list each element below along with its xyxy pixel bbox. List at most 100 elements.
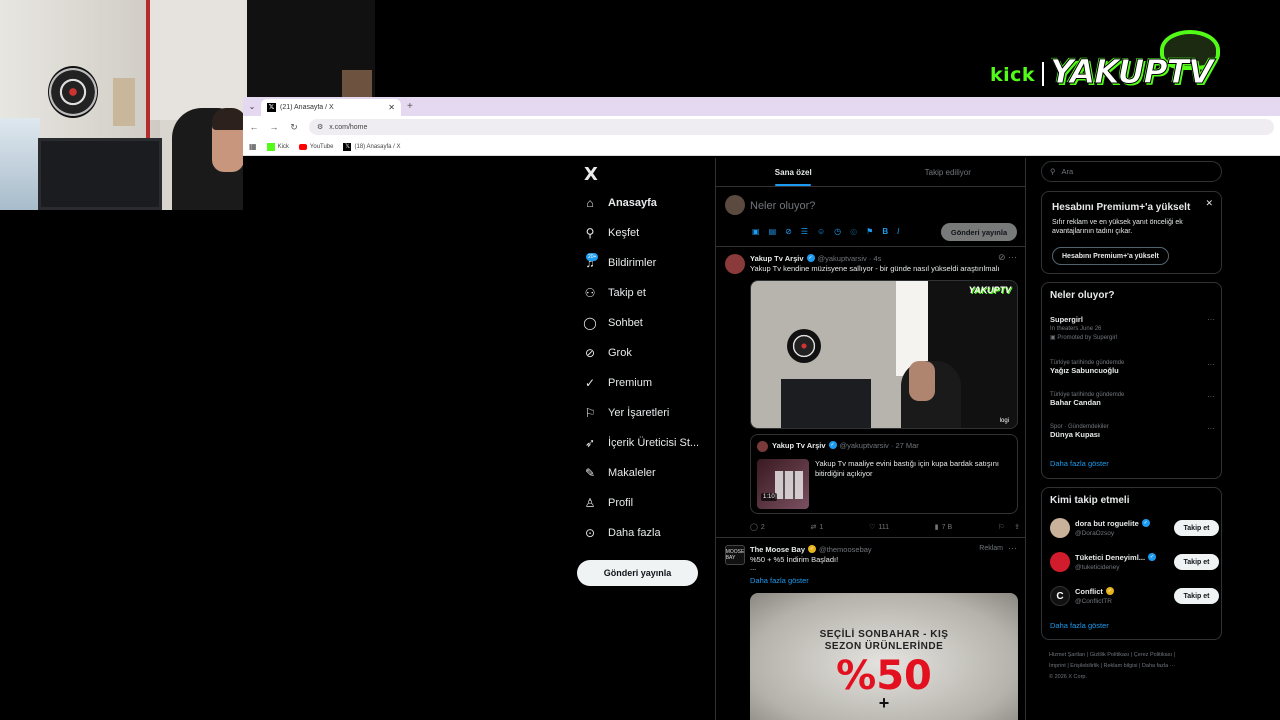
tab-following[interactable]: Takip ediliyor	[871, 158, 1026, 186]
tweet[interactable]: Yakup Tv Arşiv ✓ @yakuptvarsiv · 4s ⊘ ··…	[716, 247, 1025, 538]
nav-articles[interactable]: ✎ Makaleler	[583, 462, 656, 484]
bookmark-icon[interactable]: ⚐	[998, 523, 1004, 531]
search-input[interactable]: ⚲ Ara	[1041, 161, 1222, 182]
more-options-icon[interactable]: ···	[1207, 392, 1215, 401]
address-bar[interactable]: ⚙ x.com/home	[309, 119, 1274, 135]
footer-line[interactable]: Hizmet Şartları | Gizlilik Politikası | …	[1049, 650, 1224, 661]
avatar[interactable]: C	[1050, 586, 1070, 606]
footer-line[interactable]: Imprint | Erişilebilirlik | Reklam bilgi…	[1049, 661, 1224, 672]
avatar[interactable]	[725, 195, 745, 215]
reload-icon[interactable]: ↻	[289, 122, 299, 133]
avatar	[757, 441, 768, 452]
views-button[interactable]: ▮ 7 B	[935, 523, 952, 532]
follow-button[interactable]: Takip et	[1174, 554, 1219, 570]
trend-item[interactable]: Spor · Gündemdekiler Dünya Kupası ···	[1050, 424, 1215, 439]
more-options-icon[interactable]: ⊘ ···	[998, 252, 1017, 263]
show-more-link[interactable]: Daha fazla göster	[750, 576, 809, 585]
site-info-icon[interactable]: ⚙	[317, 123, 323, 131]
bold-icon[interactable]: B	[882, 227, 888, 236]
nav-creator-studio[interactable]: ➶ İçerik Üreticisi St...	[583, 432, 699, 454]
follow-button[interactable]: Takip et	[1174, 588, 1219, 604]
copyright: © 2026 X Corp.	[1049, 674, 1087, 680]
more-options-icon[interactable]: ···	[1207, 315, 1215, 324]
close-icon[interactable]: ✕	[1205, 198, 1213, 209]
browser-tab[interactable]: 𝕏 (21) Anasayfa / X ✕	[261, 99, 401, 116]
avatar[interactable]	[725, 254, 745, 274]
poll-icon[interactable]: ☰	[801, 227, 808, 236]
gif-icon[interactable]: ▤	[769, 227, 777, 236]
more-options-icon[interactable]: ···	[1207, 360, 1215, 369]
post-button[interactable]: Gönderi yayınla	[577, 560, 698, 586]
apps-icon[interactable]: ▦	[249, 142, 257, 151]
author-name[interactable]: The Moose Bay	[750, 545, 805, 554]
repost-button[interactable]: ⇄ 1	[811, 523, 824, 532]
bookmark-kick[interactable]: Kick	[266, 142, 289, 151]
nav-profile[interactable]: ♙ Profil	[583, 492, 633, 514]
image-icon[interactable]: ▣	[752, 227, 760, 236]
share-controls: ⚐ ⇪	[998, 523, 1020, 531]
more-options-icon[interactable]: ···	[1008, 543, 1017, 553]
nav-more[interactable]: ⊙ Daha fazla	[583, 522, 661, 544]
nav-premium[interactable]: ✓ Premium	[583, 372, 652, 394]
nav-follow[interactable]: ⚇ Takip et	[583, 282, 646, 304]
avatar[interactable]	[1050, 552, 1070, 572]
bookmark-x[interactable]: 𝕏 (18) Anasayfa / X	[343, 142, 401, 151]
trend-item[interactable]: Türkiye tarihinde gündemde Bahar Candan …	[1050, 392, 1215, 407]
avatar[interactable]: MOOSE BAY	[725, 545, 745, 565]
follow-button[interactable]: Takip et	[1174, 520, 1219, 536]
nav-grok[interactable]: ⊘ Grok	[583, 342, 632, 364]
trends-show-more[interactable]: Daha fazla göster	[1050, 459, 1109, 468]
grok-compose-icon[interactable]: ⊘	[785, 227, 792, 236]
compose-input[interactable]: Neler oluyor?	[750, 200, 815, 212]
quote-video-thumbnail	[757, 459, 809, 509]
nav-bookmarks[interactable]: ⚐ Yer İşaretleri	[583, 402, 670, 424]
close-icon[interactable]: ✕	[388, 103, 395, 112]
avatar[interactable]	[1050, 518, 1070, 538]
follow-suggestion[interactable]: C Conflict ✓ @ConflictTR Takip et	[1050, 586, 1219, 608]
author-handle[interactable]: @themoosebay	[819, 545, 872, 554]
emoji-icon[interactable]: ☺	[817, 227, 825, 236]
trend-item[interactable]: Türkiye tarihinde gündemde Yağız Sabuncu…	[1050, 360, 1215, 375]
more-options-icon[interactable]: ···	[1207, 424, 1215, 433]
follow-title: Kimi takip etmeli	[1050, 495, 1130, 506]
author-handle[interactable]: @yakuptvarsiv · 4s	[818, 254, 882, 263]
schedule-icon[interactable]: ◷	[834, 227, 841, 236]
trend-item[interactable]: Supergirl In theaters June 26 ▣ Promoted…	[1050, 315, 1215, 341]
promoted-icon: ▣	[1050, 335, 1056, 341]
author-name[interactable]: Yakup Tv Arşiv	[750, 254, 804, 263]
tweet-ad[interactable]: MOOSE BAY The Moose Bay ✓ @themoosebay R…	[716, 538, 1025, 720]
timeline-tabs: Sana özel Takip ediliyor	[716, 158, 1025, 187]
quoted-tweet[interactable]: Yakup Tv Arşiv ✓ @yakuptvarsiv · 27 Mar …	[750, 434, 1018, 514]
share-icon[interactable]: ⇪	[1014, 523, 1020, 531]
follow-suggestion[interactable]: dora but roguelite ✓ @DoraOzsoy Takip et	[1050, 518, 1219, 540]
more-icon: ⊙	[584, 526, 596, 540]
forward-icon[interactable]: →	[269, 122, 279, 132]
tweet-header: Yakup Tv Arşiv ✓ @yakuptvarsiv · 4s	[750, 254, 881, 263]
suggestion-name: Conflict	[1075, 587, 1103, 596]
flag-icon[interactable]: ⚑	[866, 227, 873, 236]
tweet-video[interactable]: YAKUPTV logi	[750, 280, 1018, 429]
premium-card: Hesabını Premium+'a yükselt ✕ Sıfır rekl…	[1041, 191, 1222, 274]
nav-chat[interactable]: ◯ Sohbet	[583, 312, 643, 334]
nav-explore[interactable]: ⚲ Keşfet	[583, 222, 640, 244]
compose-post-button[interactable]: Gönderi yayınla	[941, 223, 1017, 241]
tab-list-button[interactable]: ⌄	[243, 97, 261, 116]
wall-frame	[342, 70, 372, 97]
italic-icon[interactable]: I	[897, 227, 899, 236]
tab-for-you[interactable]: Sana özel	[716, 158, 871, 186]
x-logo-icon[interactable]: X	[584, 164, 598, 185]
follow-show-more[interactable]: Daha fazla göster	[1050, 621, 1109, 630]
nav-home[interactable]: ⌂ Anasayfa	[583, 192, 657, 214]
location-icon[interactable]: ◎	[850, 227, 857, 236]
premium-upgrade-button[interactable]: Hesabını Premium+'a yükselt	[1052, 247, 1169, 265]
bookmark-youtube[interactable]: YouTube	[298, 143, 333, 150]
like-button[interactable]: ♡ 111	[869, 523, 889, 532]
follow-suggestion[interactable]: Tüketici Deneyiml... ✓ @tuketicideney Tak…	[1050, 552, 1219, 574]
quote-author-name: Yakup Tv Arşiv	[772, 441, 826, 450]
nav-notifications[interactable]: ♫ 20+ Bildirimler	[583, 252, 656, 274]
back-icon[interactable]: ←	[249, 122, 259, 132]
new-tab-icon[interactable]: +	[407, 101, 413, 112]
reply-button[interactable]: ◯ 2	[750, 523, 765, 532]
ad-image[interactable]: SEÇİLİ SONBAHAR - KIŞ SEZON ÜRÜNLERİNDE …	[750, 593, 1018, 720]
grok-icon: ⊘	[584, 346, 596, 360]
